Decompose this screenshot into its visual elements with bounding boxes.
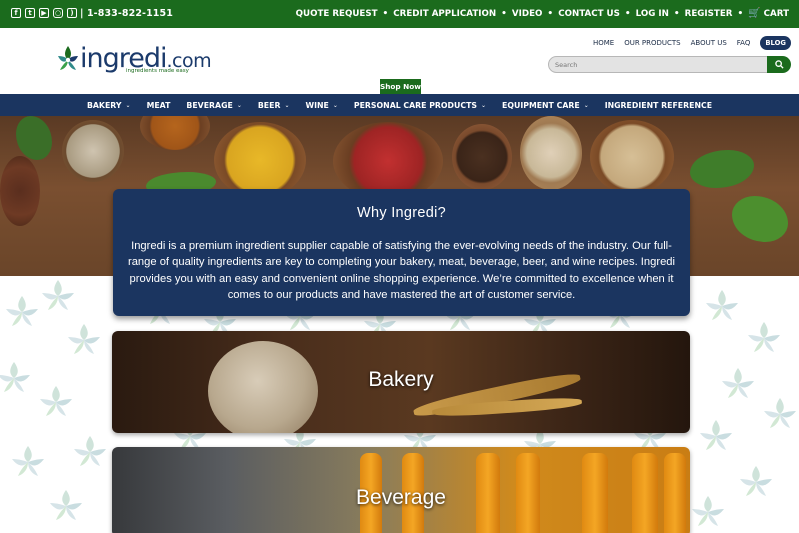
main-nav: BAKERY ⌄ MEAT BEVERAGE ⌄ BEER ⌄ WINE ⌄ PERSO… (0, 94, 799, 116)
nav-wine[interactable]: WINE ⌄ (297, 101, 345, 110)
instagram-icon[interactable]: ○ (53, 8, 63, 18)
nav-beverage[interactable]: BEVERAGE ⌄ (178, 101, 249, 110)
nav-label: WINE (305, 100, 329, 110)
quote-request-link[interactable]: QUOTE REQUEST (296, 9, 378, 19)
login-link[interactable]: LOG IN (636, 9, 669, 19)
search-input[interactable] (548, 56, 768, 73)
chevron-down-icon: ⌄ (284, 101, 290, 109)
nav-beer[interactable]: BEER ⌄ (250, 101, 298, 110)
video-link[interactable]: VIDEO (512, 9, 543, 19)
utility-nav: HOME OUR PRODUCTS ABOUT US FAQ BLOG (593, 36, 791, 50)
separator: • (501, 8, 507, 19)
nav-label: INGREDIENT REFERENCE (604, 100, 713, 110)
spice-bowl (214, 122, 306, 198)
about-us-link[interactable]: ABOUT US (691, 39, 727, 47)
contact-us-link[interactable]: CONTACT US (558, 9, 620, 19)
nav-ingredient-reference[interactable]: INGREDIENT REFERENCE (597, 101, 720, 110)
nav-label: BEVERAGE (186, 100, 233, 110)
shop-now-button[interactable]: Shop Now (380, 79, 421, 94)
nav-meat[interactable]: MEAT (139, 101, 179, 110)
chevron-down-icon: ⌄ (481, 101, 487, 109)
why-ingredi-panel: Why Ingredi? Ingredi is a premium ingred… (113, 189, 690, 316)
nav-label: MEAT (146, 100, 171, 110)
blog-button[interactable]: BLOG (760, 36, 791, 50)
social-links: f t ▶ ○ ) (11, 8, 77, 18)
separator: • (547, 8, 554, 19)
cart-icon: 🛒 (748, 8, 761, 19)
register-link[interactable]: REGISTER (685, 9, 733, 19)
separator: • (737, 8, 744, 19)
nav-equipment-care[interactable]: EQUIPMENT CARE ⌄ (494, 101, 597, 110)
nav-label: BEER (257, 100, 281, 110)
site-logo[interactable]: ingredi.com ingredients made easy (56, 44, 212, 78)
chevron-down-icon: ⌄ (332, 101, 338, 109)
search-icon (774, 60, 784, 69)
top-bar: f t ▶ ○ ) | 1-833-822-1151 QUOTE REQUEST… (0, 0, 799, 28)
search-button[interactable] (767, 56, 791, 73)
top-links: QUOTE REQUEST • CREDIT APPLICATION • VID… (296, 8, 789, 19)
youtube-icon[interactable]: ▶ (39, 8, 49, 18)
spice-bowl (62, 120, 124, 182)
tile-label-beverage: Beverage (356, 486, 446, 509)
spice-bowl (0, 156, 40, 226)
logo-tagline: ingredients made easy (126, 68, 189, 74)
faq-link[interactable]: FAQ (737, 39, 751, 47)
basil-leaf (16, 116, 52, 160)
nav-label: EQUIPMENT CARE (502, 100, 580, 110)
facebook-icon[interactable]: f (11, 8, 21, 18)
separator: • (382, 8, 389, 19)
spice-bowl (520, 116, 582, 190)
cart-label: CART (763, 9, 789, 19)
rss-icon[interactable]: ) (67, 8, 77, 18)
spice-bowl (140, 116, 210, 150)
nav-personal-care[interactable]: PERSONAL CARE PRODUCTS ⌄ (346, 101, 494, 110)
separator: • (624, 8, 631, 19)
search-bar (548, 56, 791, 73)
chevron-down-icon: ⌄ (236, 101, 242, 109)
phone-number[interactable]: | 1-833-822-1151 (80, 8, 173, 19)
nav-label: BAKERY (86, 100, 122, 110)
why-body: Ingredi is a premium ingredient supplier… (127, 240, 676, 302)
why-title: Why Ingredi? (356, 205, 447, 221)
basil-leaf (732, 196, 788, 242)
category-tile-bakery[interactable]: Bakery (112, 331, 690, 433)
twitter-icon[interactable]: t (25, 8, 35, 18)
tile-label-bakery: Bakery (368, 368, 434, 391)
chevron-down-icon: ⌄ (125, 101, 131, 109)
separator: • (673, 8, 680, 19)
nav-label: PERSONAL CARE PRODUCTS (353, 100, 478, 110)
our-products-link[interactable]: OUR PRODUCTS (624, 39, 680, 47)
spice-bowl (452, 124, 512, 190)
home-link[interactable]: HOME (593, 39, 614, 47)
credit-application-link[interactable]: CREDIT APPLICATION (393, 9, 496, 19)
basil-leaf (690, 150, 754, 188)
nav-bakery[interactable]: BAKERY ⌄ (79, 101, 139, 110)
cart-link[interactable]: 🛒 CART (748, 8, 789, 19)
spice-bowl (590, 120, 674, 194)
chevron-down-icon: ⌄ (583, 101, 589, 109)
logo-leaf-icon (58, 46, 78, 70)
category-tile-beverage[interactable]: Beverage (112, 447, 690, 533)
